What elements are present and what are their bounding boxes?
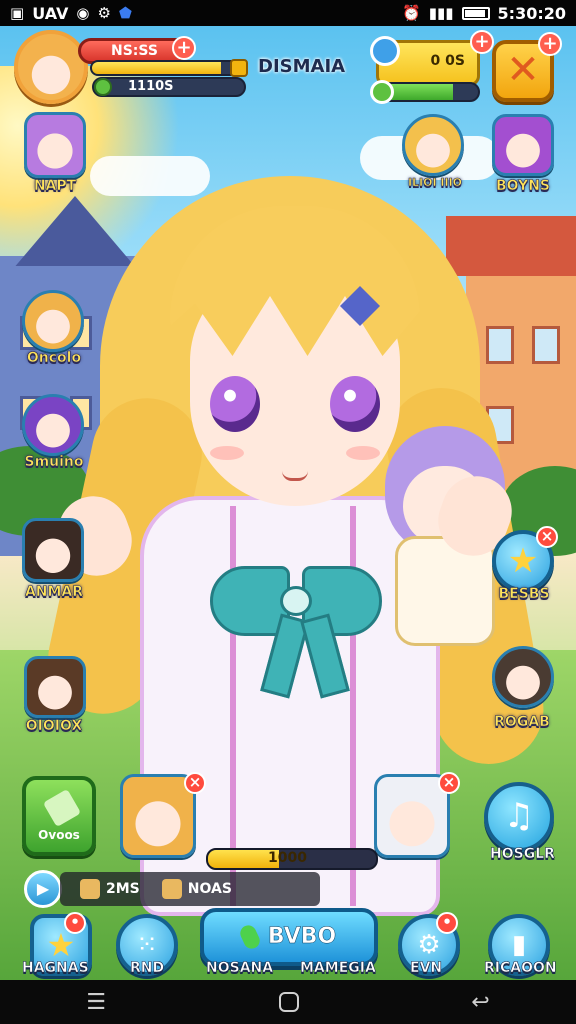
close-badge: + <box>538 32 562 56</box>
settings-gear-badge: • <box>436 912 458 934</box>
friend-label-oioiox: OIOIOX <box>25 718 83 735</box>
team-slot-2-badge: × <box>438 772 460 794</box>
event-ticker[interactable]: 2MS NOAS <box>60 872 320 906</box>
system-nav-bar: ☰ ↩ <box>0 980 576 1024</box>
friend-label-napt: NAPT <box>33 178 77 195</box>
alarm-icon: ⏰ <box>402 3 421 22</box>
notification-icon: ▣ <box>10 3 25 22</box>
nav-label-ricaoon: RICAOON <box>484 960 557 977</box>
signal-icon: ▮▮▮ <box>428 3 454 22</box>
ticker-item: 2MS <box>80 879 140 899</box>
character-blush-left <box>210 446 244 460</box>
friend-avatar-oioiox[interactable] <box>24 656 86 718</box>
nav-label-rnd: RND <box>130 960 165 977</box>
quest-label: Ovoos <box>38 828 80 842</box>
nav-label-nosana: NOSANA <box>206 960 274 977</box>
settings-icon: ⚙ <box>97 3 111 22</box>
ticker-item-icon <box>80 879 100 899</box>
ticker-item-icon <box>161 879 182 899</box>
nav-label-hagnas: HAGNAS <box>22 960 89 977</box>
ticker-item-text: 2MS <box>106 881 140 897</box>
player-avatar[interactable] <box>14 30 88 104</box>
character-eye-left <box>210 376 260 432</box>
recents-icon[interactable]: ☰ <box>86 990 106 1015</box>
gem-icon <box>370 36 400 66</box>
player-name: DISMAIA <box>258 56 346 77</box>
music-label: HOSGLR <box>490 846 556 863</box>
ribbon-bow <box>210 566 382 699</box>
friend-avatar-oncolo[interactable] <box>22 290 84 352</box>
character-blush-right <box>346 446 380 460</box>
friend-label-smuino: Smuino <box>24 454 84 471</box>
friend-avatar-rogab[interactable] <box>492 646 554 708</box>
quest-button[interactable]: Ovoos <box>22 776 96 856</box>
leaf-currency-icon <box>94 78 112 96</box>
status-bar-left: ▣ UAV ◉ ⚙ ⬟ <box>10 4 132 23</box>
exp-chest-icon <box>230 59 248 77</box>
add-hp-button[interactable]: + <box>172 36 196 60</box>
main-action-button[interactable]: BVBO <box>200 908 378 966</box>
nav-label-evn: EVN <box>410 960 443 977</box>
friend-label-besbs: BESBS <box>498 586 550 603</box>
friend-avatar-smuino[interactable] <box>22 394 84 456</box>
exp-bar <box>90 60 246 76</box>
wifi-icon: ◉ <box>76 3 90 22</box>
team-slot-1-badge: × <box>184 772 206 794</box>
play-icon[interactable]: ▶ <box>24 870 62 908</box>
battery-icon <box>461 6 490 20</box>
scroll-icon <box>42 788 82 828</box>
leaf-icon <box>237 922 263 952</box>
music-button[interactable]: ♫ <box>484 782 554 852</box>
nav-label-mamegia: MAMEGIA <box>300 960 376 977</box>
hp-label: NS:SS <box>111 43 158 59</box>
friend-label-boyns: BOYNS <box>495 178 551 195</box>
status-carrier-text: UAV <box>32 3 69 23</box>
ticker-item-text: NOAS <box>187 881 232 897</box>
friend-label-1: ILIOI IIIO <box>407 176 463 190</box>
energy-icon <box>370 80 394 104</box>
friend-avatar-anmar[interactable] <box>22 518 84 582</box>
friend-avatar-1[interactable] <box>402 114 464 176</box>
status-bar-right: ⏰ ▮▮▮ 5:30:20 <box>402 4 566 23</box>
exp-bar-fill <box>92 62 222 74</box>
home-icon[interactable] <box>278 992 299 1012</box>
building-window <box>532 326 560 364</box>
back-icon[interactable]: ↩ <box>471 990 489 1015</box>
shield-icon: ⬟ <box>118 3 132 22</box>
friend-avatar-boyns[interactable] <box>492 114 554 176</box>
stamina-value: 1000 <box>268 850 307 866</box>
add-resource-button[interactable]: + <box>470 30 494 54</box>
star-event-badge: × <box>536 526 558 548</box>
main-action-label: BVBO <box>267 924 337 950</box>
bow-knot <box>280 586 312 616</box>
ticker-item: NOAS <box>161 879 232 899</box>
character-eye-right <box>330 376 380 432</box>
star-rank-badge: • <box>64 912 86 934</box>
resource-amount: 0 0S <box>430 53 465 69</box>
friend-label-oncolo: Oncolo <box>26 350 82 367</box>
currency-label: 1110S <box>128 79 174 94</box>
friend-label-anmar: ANMAR <box>24 584 84 601</box>
status-time: 5:30:20 <box>497 3 566 23</box>
currency-bar: 1110S <box>92 77 246 97</box>
friend-label-rogab: ROGAB <box>494 714 550 731</box>
status-bar: ▣ UAV ◉ ⚙ ⬟ ⏰ ▮▮▮ 5:30:20 <box>0 0 576 26</box>
friend-avatar-napt[interactable] <box>24 112 86 178</box>
